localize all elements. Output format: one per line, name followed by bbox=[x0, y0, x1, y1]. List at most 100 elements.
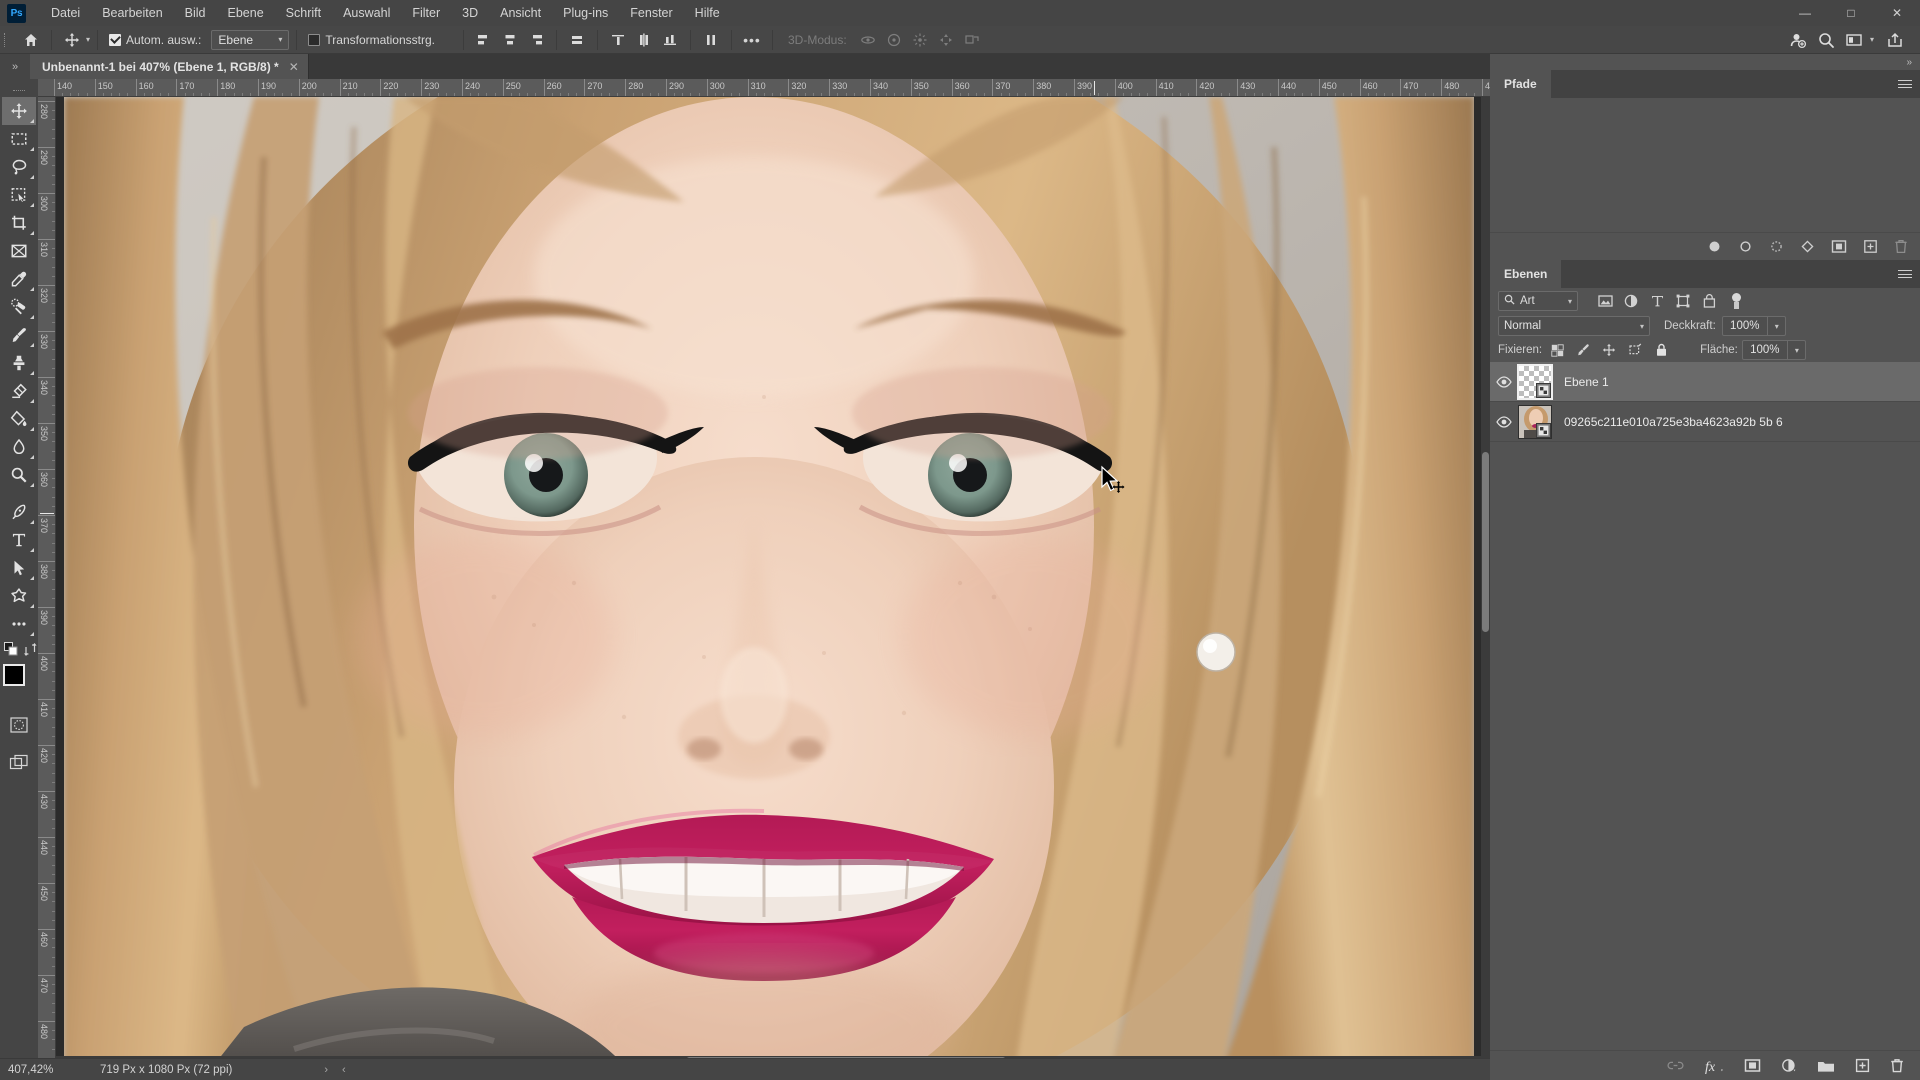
new-group-icon[interactable] bbox=[1817, 1059, 1835, 1073]
paths-panel-menu-icon[interactable] bbox=[1898, 70, 1912, 98]
brush-tool[interactable] bbox=[2, 321, 36, 349]
fill-slider-chevron-icon[interactable]: ▾ bbox=[1787, 340, 1806, 360]
more-options-icon[interactable]: ••• bbox=[739, 29, 765, 51]
layer-filter-type-select[interactable]: Art ▾ bbox=[1498, 291, 1578, 311]
horizontal-ruler[interactable]: 140 150 160 170 180 190 200 210 220 230 240 250 260 2… bbox=[38, 79, 1490, 97]
make-work-path-icon[interactable] bbox=[1800, 239, 1815, 254]
auto-select-checkbox-group[interactable]: Autom. ausw.: bbox=[105, 33, 205, 47]
layers-list[interactable]: Ebene 1 09265c211e010a725e3ba4623a92b 5b… bbox=[1490, 362, 1920, 922]
scrollbar-thumb[interactable] bbox=[1482, 452, 1489, 632]
align-top-edges-icon[interactable] bbox=[564, 29, 590, 51]
share-user-icon[interactable] bbox=[1785, 29, 1811, 51]
next-arrow-icon[interactable]: › bbox=[324, 1064, 328, 1076]
workspace-chevron-down-icon[interactable]: ▾ bbox=[1870, 35, 1874, 44]
add-layer-mask-icon[interactable] bbox=[1831, 239, 1847, 254]
menu-item-datei[interactable]: Datei bbox=[40, 0, 91, 26]
vertical-ruler[interactable]: 280 290 300 310 320 330 340 350 360 370 380 390 400 4… bbox=[38, 97, 56, 1065]
table-row[interactable]: Ebene 1 bbox=[1490, 362, 1920, 402]
transform-controls-checkbox[interactable] bbox=[308, 33, 321, 46]
load-selection-icon[interactable] bbox=[1769, 239, 1784, 254]
distribute-horizontal-centers-icon[interactable] bbox=[698, 29, 724, 51]
document-tab[interactable]: Unbenannt-1 bei 407% (Ebene 1, RGB/8) * … bbox=[30, 54, 309, 79]
opacity-control[interactable]: 100% ▾ bbox=[1721, 316, 1786, 336]
opacity-value[interactable]: 100% bbox=[1721, 316, 1768, 336]
filter-adjustment-icon[interactable] bbox=[1618, 294, 1644, 308]
fill-control[interactable]: 100% ▾ bbox=[1741, 340, 1806, 360]
close-button[interactable]: ✕ bbox=[1874, 0, 1920, 26]
collapse-panels-icon[interactable]: » bbox=[1490, 54, 1920, 70]
filter-type-icon[interactable] bbox=[1644, 294, 1670, 308]
default-colors-icon[interactable] bbox=[4, 642, 18, 659]
auto-select-checkbox[interactable] bbox=[109, 33, 122, 46]
prev-arrow-icon[interactable]: ‹ bbox=[342, 1064, 346, 1076]
delete-layer-icon[interactable] bbox=[1890, 1058, 1904, 1073]
rectangular-marquee-tool[interactable] bbox=[2, 125, 36, 153]
menu-item-bearbeiten[interactable]: Bearbeiten bbox=[91, 0, 173, 26]
distribute-vertical-centers-icon[interactable] bbox=[631, 29, 657, 51]
tab-ebenen[interactable]: Ebenen bbox=[1490, 260, 1562, 288]
link-layers-icon[interactable] bbox=[1667, 1059, 1684, 1072]
screen-mode-button[interactable] bbox=[2, 749, 36, 777]
clone-stamp-tool[interactable] bbox=[2, 349, 36, 377]
home-icon[interactable] bbox=[18, 29, 44, 51]
new-path-icon[interactable] bbox=[1863, 239, 1878, 254]
layer-thumbnail[interactable] bbox=[1517, 363, 1553, 400]
align-horizontal-centers-icon[interactable] bbox=[497, 29, 523, 51]
zoom-level[interactable]: 407,42% bbox=[0, 1064, 90, 1076]
layer-name[interactable]: Ebene 1 bbox=[1552, 375, 1609, 389]
layer-name[interactable]: 09265c211e010a725e3ba4623a92b 5b 6 bbox=[1552, 415, 1783, 429]
workspace-icon[interactable] bbox=[1841, 29, 1867, 51]
expand-panel-icon[interactable]: » bbox=[0, 54, 30, 79]
crop-tool[interactable] bbox=[2, 209, 36, 237]
lock-artboard-nesting-icon[interactable] bbox=[1624, 340, 1646, 360]
foreground-color-swatch[interactable] bbox=[3, 664, 25, 686]
dodge-tool[interactable] bbox=[2, 461, 36, 489]
paths-list[interactable] bbox=[1490, 98, 1920, 232]
lock-transparent-pixels-icon[interactable] bbox=[1546, 340, 1568, 360]
layer-style-fx-icon[interactable]: fx bbox=[1704, 1058, 1724, 1074]
stroke-path-icon[interactable] bbox=[1738, 239, 1753, 254]
gradient-tool[interactable] bbox=[2, 405, 36, 433]
spot-healing-brush-tool[interactable] bbox=[2, 293, 36, 321]
fill-path-icon[interactable] bbox=[1707, 239, 1722, 254]
menu-item-plugins[interactable]: Plug-ins bbox=[552, 0, 619, 26]
table-row[interactable]: 09265c211e010a725e3ba4623a92b 5b 6 bbox=[1490, 402, 1920, 442]
edit-toolbar-button[interactable] bbox=[2, 610, 36, 638]
document-image[interactable] bbox=[64, 97, 1474, 1065]
options-bar-grip[interactable] bbox=[0, 26, 10, 54]
menu-item-bild[interactable]: Bild bbox=[174, 0, 217, 26]
layer-thumbnail[interactable] bbox=[1518, 404, 1552, 439]
opacity-slider-chevron-icon[interactable]: ▾ bbox=[1767, 316, 1786, 336]
share-export-icon[interactable] bbox=[1882, 29, 1908, 51]
custom-shape-tool[interactable] bbox=[2, 582, 36, 610]
tool-preset-chevron-icon[interactable]: ▾ bbox=[86, 35, 90, 44]
new-adjustment-layer-icon[interactable] bbox=[1781, 1058, 1797, 1073]
menu-item-schrift[interactable]: Schrift bbox=[275, 0, 332, 26]
canvas-vertical-scrollbar[interactable] bbox=[1481, 97, 1490, 1065]
frame-tool[interactable] bbox=[2, 237, 36, 265]
layers-panel-menu-icon[interactable] bbox=[1898, 260, 1912, 288]
pen-tool[interactable] bbox=[2, 498, 36, 526]
path-selection-tool[interactable] bbox=[2, 554, 36, 582]
canvas-area[interactable] bbox=[56, 97, 1490, 1065]
distribute-bottom-edges-icon[interactable] bbox=[657, 29, 683, 51]
eraser-tool[interactable] bbox=[2, 377, 36, 405]
type-tool[interactable] bbox=[2, 526, 36, 554]
filter-pixel-icon[interactable] bbox=[1592, 294, 1618, 308]
fill-value[interactable]: 100% bbox=[1741, 340, 1788, 360]
eye-icon[interactable] bbox=[1490, 415, 1518, 428]
move-tool[interactable] bbox=[2, 97, 36, 125]
filter-toggle-icon[interactable] bbox=[1732, 293, 1741, 309]
menu-item-ansicht[interactable]: Ansicht bbox=[489, 0, 552, 26]
menu-item-3d[interactable]: 3D bbox=[451, 0, 489, 26]
document-tab-close-icon[interactable]: ✕ bbox=[289, 60, 299, 74]
delete-path-icon[interactable] bbox=[1894, 239, 1908, 254]
menu-item-auswahl[interactable]: Auswahl bbox=[332, 0, 401, 26]
menu-item-hilfe[interactable]: Hilfe bbox=[684, 0, 731, 26]
transform-controls-checkbox-group[interactable]: Transformationsstrg. bbox=[304, 33, 439, 47]
blur-tool[interactable] bbox=[2, 433, 36, 461]
new-layer-icon[interactable] bbox=[1855, 1058, 1870, 1073]
blend-mode-select[interactable]: Normal ▾ bbox=[1498, 316, 1650, 336]
menu-item-fenster[interactable]: Fenster bbox=[619, 0, 683, 26]
distribute-top-edges-icon[interactable] bbox=[605, 29, 631, 51]
